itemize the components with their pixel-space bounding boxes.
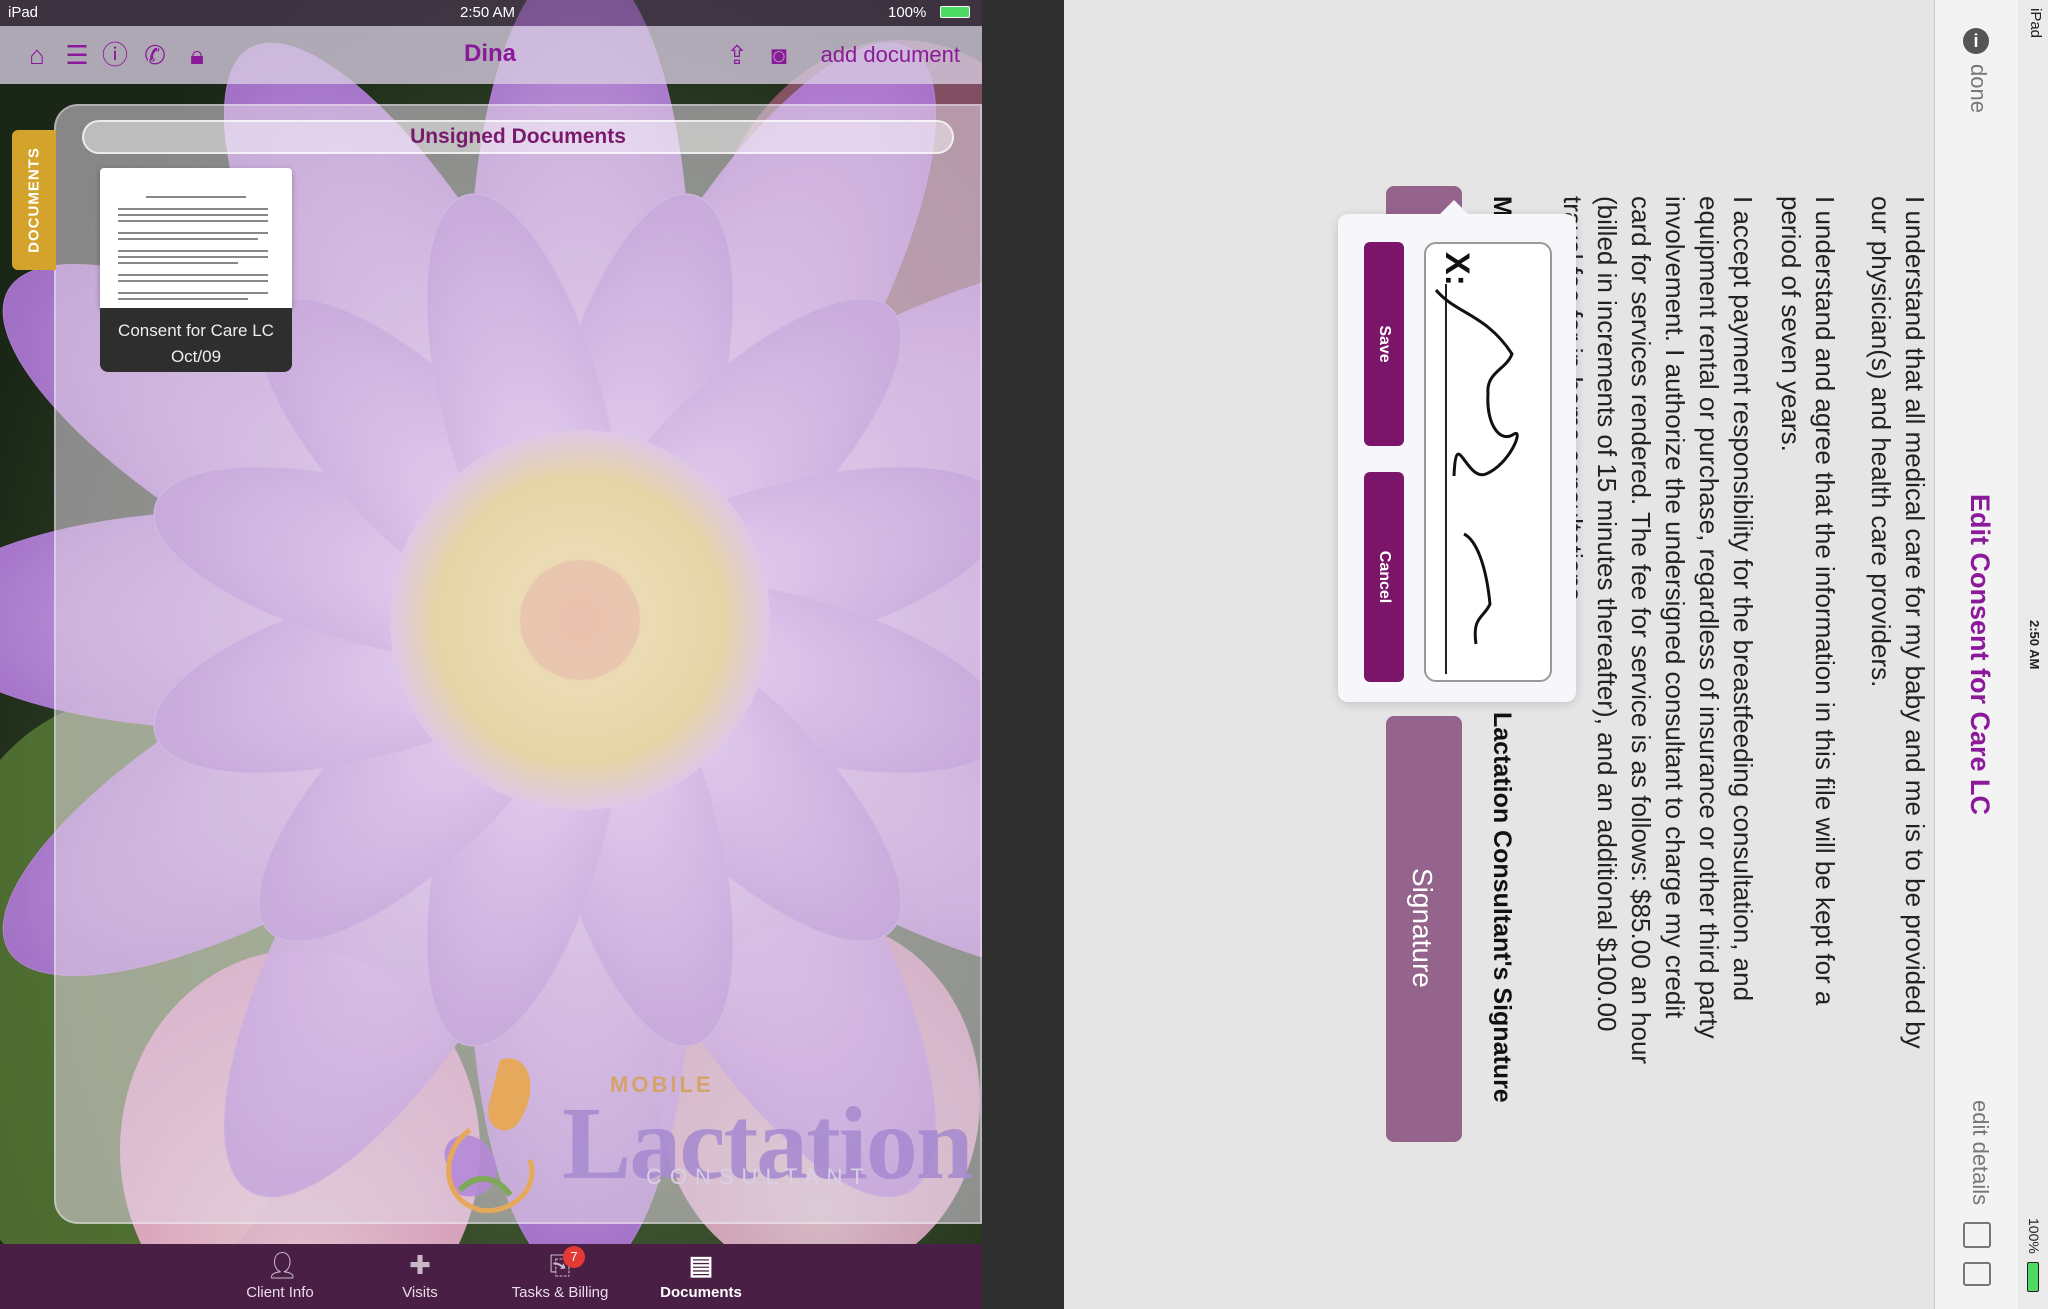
screen: iPad 2:50 AM 100% ⌂ ☰ ⓘ ✆ 🔒︎ Dina ⇪ ◙ ad… — [0, 0, 2048, 1309]
battery-icon — [940, 6, 970, 18]
tab-documents-label: Documents — [660, 1284, 742, 1301]
cancel-button-label: Cancel — [1376, 550, 1393, 604]
signature-button[interactable]: Signature — [1386, 716, 1462, 1142]
document-thumbnail — [100, 168, 292, 308]
battery-percent-rotated: 100% — [2026, 1218, 2042, 1254]
device-divider — [982, 0, 1064, 1309]
logo-mark-icon — [444, 1058, 535, 1214]
status-bar: iPad 2:50 AM 100% — [0, 0, 982, 26]
medical-bag-icon: ✚ — [409, 1250, 431, 1280]
tab-client-info-label: Client Info — [246, 1284, 314, 1301]
popover-arrow — [1440, 200, 1468, 214]
panel-title: Unsigned Documents — [82, 120, 954, 154]
info-icon[interactable]: ⓘ — [100, 40, 130, 70]
share-icon[interactable]: ⇪ — [722, 40, 752, 70]
battery-percent: 100% — [888, 4, 927, 21]
phone-icon[interactable]: ✆ — [140, 40, 170, 70]
clock-rotated: 2:50 AM — [2027, 620, 2042, 670]
paragraph-medical-care: I understand that all medical care for m… — [1866, 196, 1930, 1049]
app-logo: MOBILE Lactation CONSULTANT — [420, 1040, 974, 1220]
edit-document-title: Edit Consent for Care LC — [1965, 494, 1995, 816]
edit-nav-bar: i done Edit Consent for Care LC edit det… — [1934, 0, 2018, 1309]
tasks-badge: 7 — [563, 1246, 585, 1268]
print-icon[interactable] — [1963, 1262, 1991, 1286]
nav-bar: ⌂ ☰ ⓘ ✆ 🔒︎ Dina ⇪ ◙ add document — [0, 26, 982, 84]
status-bar-rotated: iPad 2:50 AM 100% — [2018, 0, 2048, 1309]
battery-icon — [2027, 1262, 2039, 1292]
tab-tasks-billing[interactable]: ⎘ 7 Tasks & Billing — [495, 1244, 625, 1309]
right-ipad-screen: iPad 2:50 AM 100% i done Edit Consent fo… — [1064, 0, 2048, 1309]
lock-icon[interactable]: 🔒︎ — [182, 40, 212, 70]
save-button-label: Save — [1376, 325, 1393, 363]
tab-bar: 👤︎ Client Info ✚ Visits ⎘ 7 Tasks & Bill… — [0, 1244, 982, 1309]
home-icon[interactable]: ⌂ — [22, 40, 52, 70]
tab-tasks-billing-label: Tasks & Billing — [511, 1284, 609, 1301]
paragraph-payment: I accept payment responsibility for the … — [1558, 196, 1758, 1065]
person-icon: 👤︎ — [266, 1250, 300, 1280]
tab-documents[interactable]: ▤ Documents — [636, 1244, 766, 1309]
client-name-title: Dina — [463, 40, 516, 67]
carrier-label-rotated: iPad — [2027, 8, 2044, 39]
signature-popover: Save Cancel X: — [1338, 200, 1576, 702]
document-date: Oct/09 — [170, 347, 222, 366]
document-label: Consent for Care LC Oct/09 — [100, 308, 292, 372]
signature-stroke — [1434, 284, 1519, 674]
carrier-label: iPad — [8, 4, 39, 21]
add-document-button[interactable]: add document — [821, 42, 960, 68]
tab-visits[interactable]: ✚ Visits — [355, 1244, 485, 1309]
signature-button-label: Signature — [1407, 868, 1438, 988]
signature-pad[interactable]: X: — [1424, 242, 1552, 682]
document-card[interactable]: Consent for Care LC Oct/09 — [100, 168, 292, 372]
cabinet-icon: ▤ — [688, 1250, 714, 1280]
done-button[interactable]: done — [1965, 64, 1991, 113]
document-name: Consent for Care LC — [118, 321, 274, 340]
edit-details-button[interactable]: edit details — [1967, 1100, 1993, 1205]
logo-sub-text: CONSULTANT — [646, 1164, 872, 1189]
cancel-button[interactable]: Cancel — [1364, 472, 1404, 682]
list-icon[interactable]: ☰ — [62, 40, 92, 70]
paragraph-records: I understand and agree that the informat… — [1776, 196, 1840, 1006]
tab-client-info[interactable]: 👤︎ Client Info — [215, 1244, 345, 1309]
left-ipad-screen: iPad 2:50 AM 100% ⌂ ☰ ⓘ ✆ 🔒︎ Dina ⇪ ◙ ad… — [0, 0, 982, 1309]
camera-icon[interactable]: ◙ — [764, 40, 794, 70]
tab-visits-label: Visits — [402, 1284, 438, 1301]
save-button[interactable]: Save — [1364, 242, 1404, 446]
info-icon[interactable]: i — [1963, 28, 1989, 54]
share-icon[interactable] — [1963, 1222, 1991, 1248]
signature-label: Lactation Consultant's Signature — [1488, 712, 1516, 1103]
clock: 2:50 AM — [460, 4, 516, 21]
documents-tab-label: DOCUMENTS — [25, 147, 43, 253]
documents-side-tab[interactable]: DOCUMENTS — [12, 130, 56, 270]
